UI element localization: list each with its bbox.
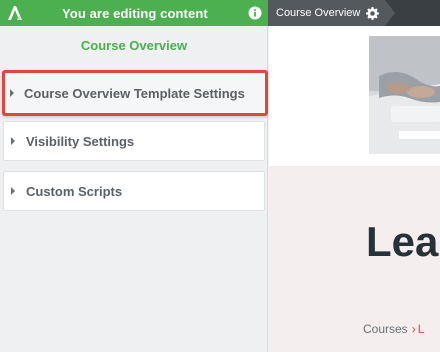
page-crumb-label: Course Overview (276, 7, 361, 19)
panel-label: Course Overview Template Settings (24, 85, 245, 101)
caret-right-icon (10, 89, 14, 97)
panel-custom-scripts[interactable]: Custom Scripts (3, 171, 265, 211)
breadcrumb-separator: › (411, 322, 416, 336)
page-crumb[interactable]: Course Overview (268, 0, 396, 26)
panel-label: Visibility Settings (26, 133, 135, 149)
caret-right-icon (11, 187, 15, 195)
breadcrumb-root[interactable]: Courses (363, 322, 408, 336)
panel-visibility-settings[interactable]: Visibility Settings (3, 121, 265, 161)
editing-message: You are editing content (62, 5, 208, 21)
breadcrumb: Courses › L (363, 322, 424, 336)
top-bar: You are editing content Course Overview (0, 0, 440, 26)
course-title: Lea (366, 218, 439, 265)
breadcrumb-current: L (417, 322, 425, 336)
info-icon[interactable] (248, 6, 262, 20)
gear-icon[interactable] (366, 6, 380, 20)
app-logo-icon[interactable] (0, 0, 30, 26)
settings-sidebar: Course Overview Course Overview Template… (0, 26, 268, 352)
crumb-arrow (385, 0, 396, 26)
page-preview: Lea Courses › L (269, 26, 440, 352)
editing-banner: You are editing content (0, 0, 268, 26)
caret-right-icon (11, 137, 15, 145)
sidebar-title: Course Overview (80, 38, 188, 53)
panel-label: Custom Scripts (26, 183, 123, 199)
hero-image (369, 36, 440, 154)
course-header (269, 26, 440, 166)
panel-course-overview-template-settings[interactable]: Course Overview Template Settings (2, 70, 268, 116)
